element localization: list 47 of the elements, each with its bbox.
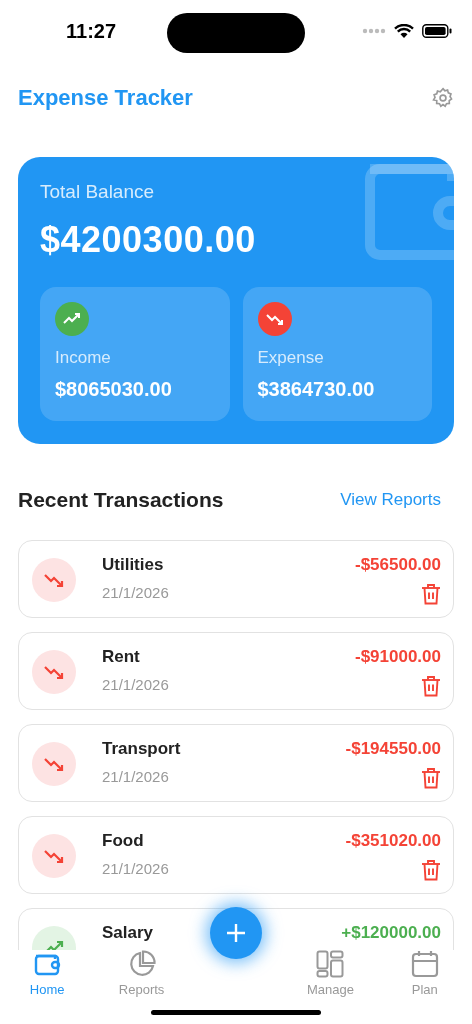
transaction-date: 21/1/2026: [102, 584, 169, 601]
trend-down-icon: [32, 558, 76, 602]
status-time: 11:27: [66, 19, 117, 43]
transaction-name: Utilities: [102, 555, 164, 575]
transaction-card[interactable]: Utilities 21/1/2026 -$56500.00: [18, 540, 454, 618]
delete-icon[interactable]: [421, 859, 441, 881]
balance-amount: $4200300.00: [40, 219, 257, 261]
transaction-card[interactable]: Food 21/1/2026 -$351020.00: [18, 816, 454, 894]
transaction-name: Rent: [102, 647, 140, 667]
transaction-card[interactable]: Rent 21/1/2026 -$91000.00: [18, 632, 454, 710]
trend-down-icon: [32, 742, 76, 786]
delete-icon[interactable]: [421, 675, 441, 697]
pie-chart-icon: [127, 950, 156, 978]
tile-amount: $8065030.00: [55, 378, 172, 401]
transaction-amount: -$351020.00: [345, 831, 441, 851]
signal-icon: [362, 28, 386, 34]
delete-icon[interactable]: [421, 767, 441, 789]
battery-icon: [422, 24, 452, 38]
plus-icon: [226, 923, 246, 943]
transaction-date: 21/1/2026: [102, 676, 169, 693]
calendar-icon: [410, 950, 439, 978]
transaction-amount: -$91000.00: [354, 647, 441, 667]
trend-down-icon: [32, 650, 76, 694]
transaction-amount: -$56500.00: [354, 555, 441, 575]
settings-icon[interactable]: [432, 87, 454, 109]
trend-down-icon: [32, 834, 76, 878]
balance-label: Total Balance: [40, 181, 156, 203]
transaction-name: Transport: [102, 739, 181, 759]
add-button[interactable]: [210, 907, 262, 959]
trend-down-icon: [257, 302, 292, 336]
tile-label: Expense: [257, 348, 324, 368]
transaction-amount: +$120000.00: [341, 923, 441, 943]
transaction-date: 21/1/2026: [102, 860, 169, 877]
tile-label: Income: [55, 348, 111, 368]
transaction-name: Food: [102, 831, 144, 851]
transaction-date: 21/1/2026: [102, 768, 169, 785]
app-title: Expense Tracker: [18, 85, 193, 111]
trend-up-icon: [55, 302, 89, 336]
dashboard-icon: [316, 950, 345, 978]
transaction-name: Salary: [102, 923, 154, 943]
section-title: Recent Transactions: [18, 488, 224, 512]
transaction-card[interactable]: Salary +$120000.00: [18, 908, 454, 950]
delete-icon[interactable]: [421, 583, 441, 605]
tile-amount: $3864730.00: [257, 378, 375, 401]
wifi-icon: [394, 23, 414, 39]
transaction-amount: -$194550.00: [345, 739, 441, 759]
transaction-card[interactable]: Transport 21/1/2026 -$194550.00: [18, 724, 454, 802]
